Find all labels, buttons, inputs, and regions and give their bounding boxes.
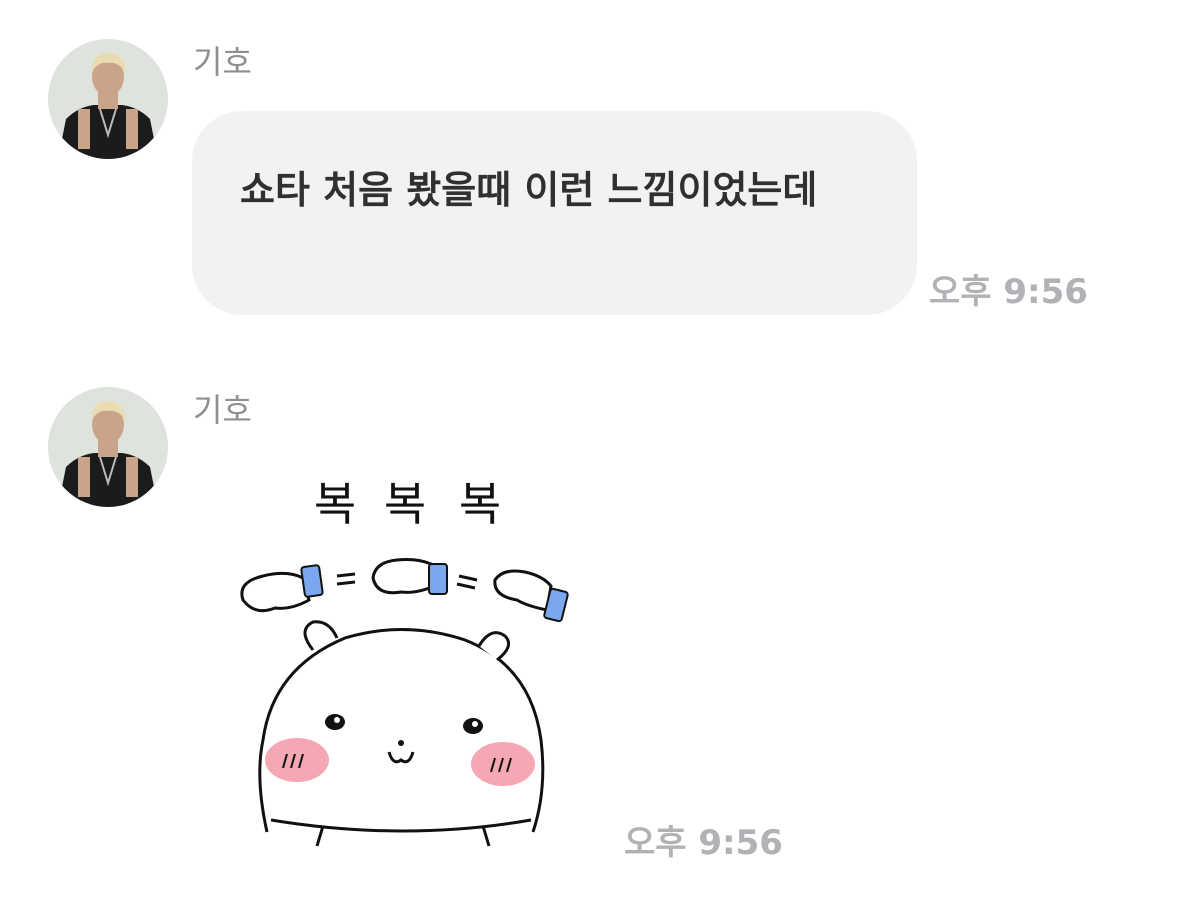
message-time: 오후 9:56	[929, 272, 1088, 312]
profile-photo-icon	[48, 387, 168, 507]
sticker-caption: 복	[459, 477, 501, 531]
sender-name: 기호	[193, 391, 252, 429]
profile-photo-icon	[48, 39, 168, 159]
sticker-message[interactable]: 복 복 복	[225, 460, 585, 860]
sender-name: 기호	[193, 43, 252, 81]
sticker-caption: 복	[314, 477, 356, 531]
message-text: 쇼타 처음 봤을때 이런 느낌이었는데	[240, 168, 818, 212]
sticker-caption: 복	[384, 477, 426, 531]
bear-pat-sticker-icon: 복 복 복	[240, 477, 569, 847]
message-bubble[interactable]: 쇼타 처음 봤을때 이런 느낌이었는데	[192, 111, 917, 315]
sender-avatar[interactable]	[48, 387, 168, 507]
message-time: 오후 9:56	[624, 823, 783, 863]
sender-avatar[interactable]	[48, 39, 168, 159]
